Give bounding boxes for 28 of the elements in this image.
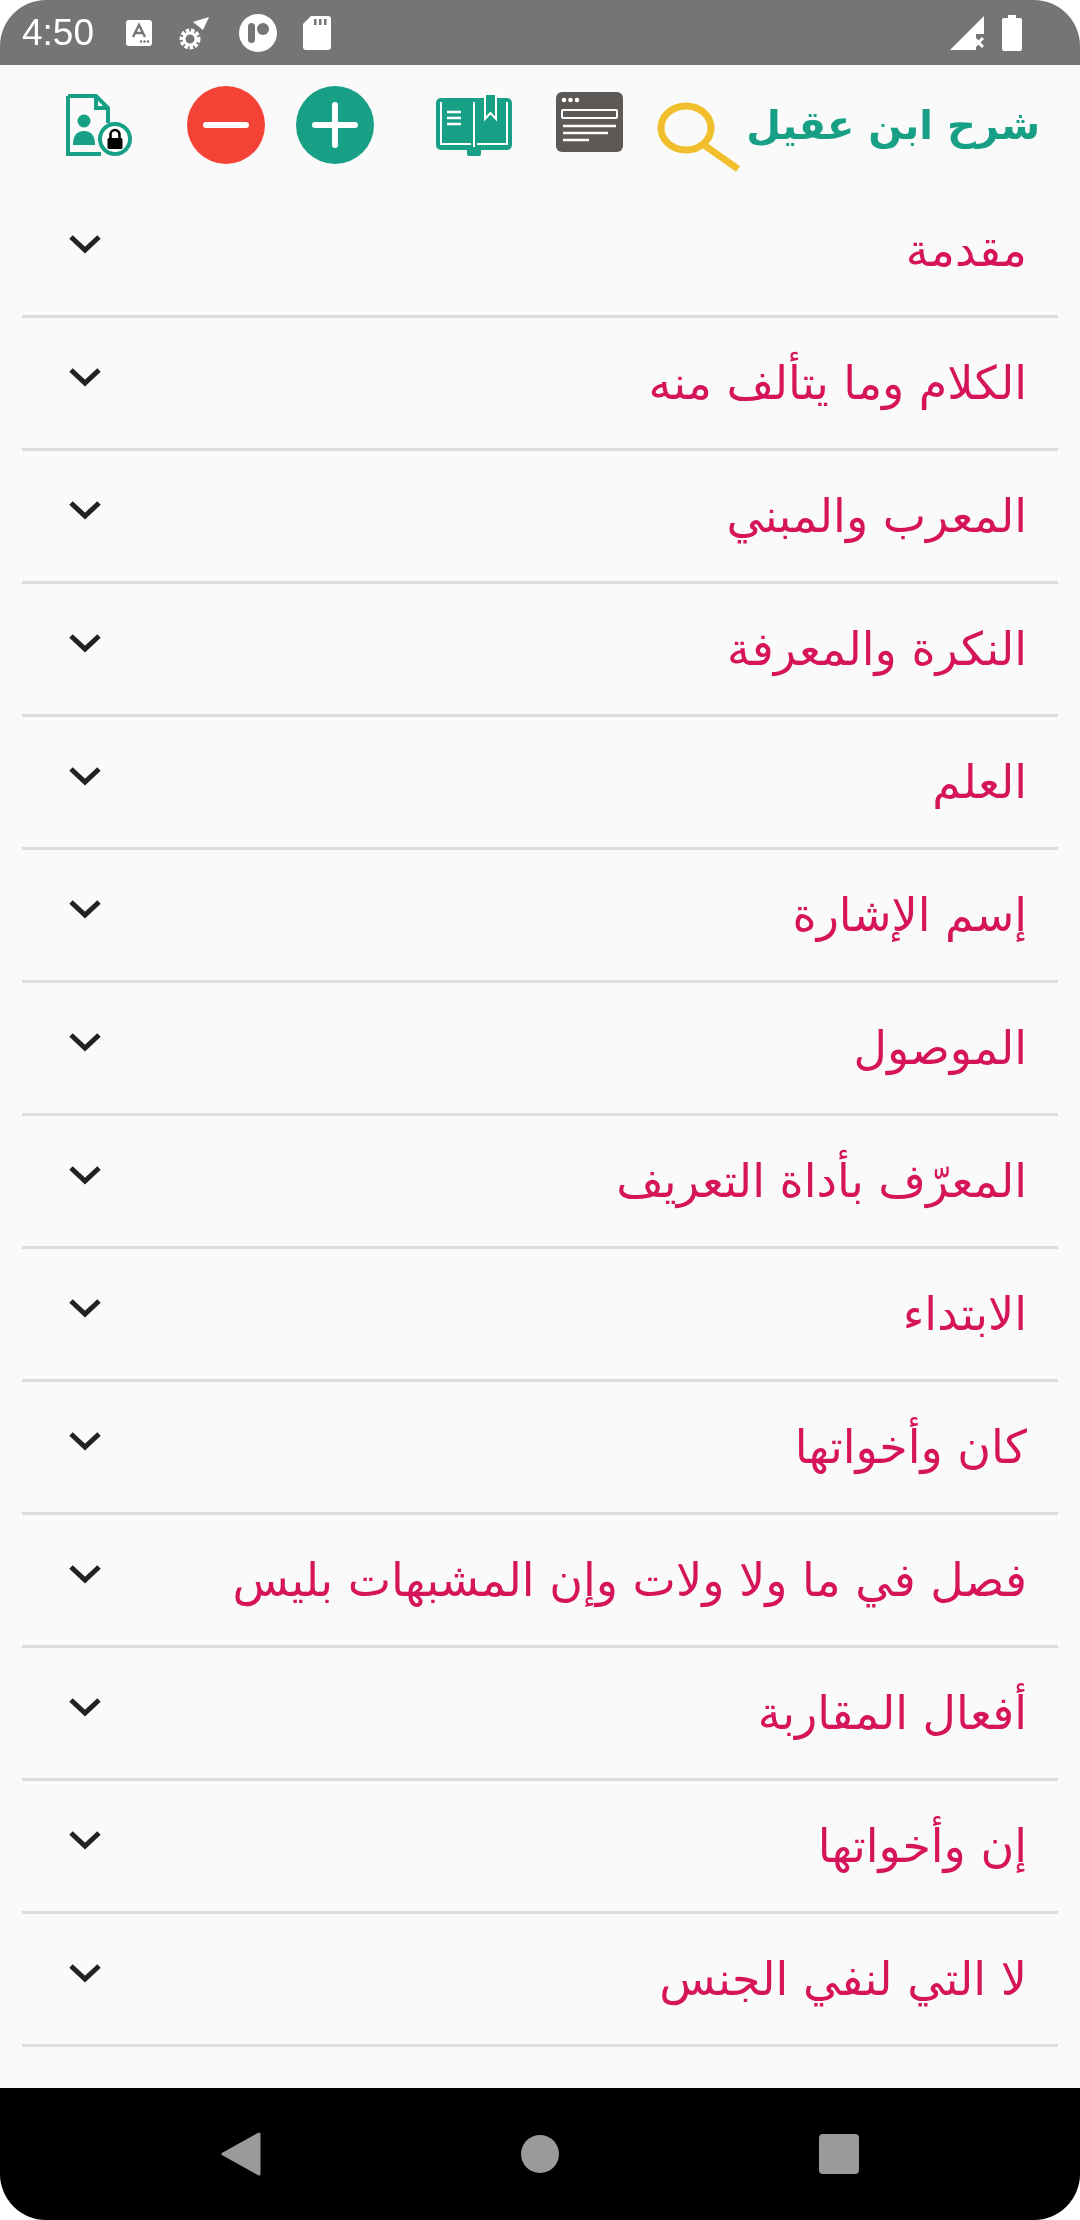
chapter-item[interactable]: لا التي لنفي الجنس [22, 1914, 1058, 2047]
chapter-item[interactable]: المعرب والمبني [22, 451, 1058, 584]
keyboard-icon [126, 19, 152, 46]
chapter-item[interactable]: النكرة والمعرفة [22, 584, 1058, 717]
home-icon[interactable] [521, 2135, 559, 2173]
app-circle-icon [239, 13, 277, 52]
text-window-icon[interactable] [556, 92, 623, 152]
sd-card-icon [303, 15, 331, 50]
back-icon[interactable] [221, 2132, 261, 2176]
book-icon[interactable] [435, 93, 513, 157]
plus-icon[interactable] [296, 86, 374, 164]
status-time: 4:50 [22, 11, 94, 54]
chapter-item[interactable]: أفعال المقاربة [22, 1648, 1058, 1781]
chapter-item[interactable]: مقدمة [22, 185, 1058, 318]
chapter-item[interactable]: المعرّف بأداة التعريف [22, 1116, 1058, 1249]
minus-icon[interactable] [187, 86, 265, 164]
chapter-item[interactable]: فصل في ما ولا ولات وإن المشبهات بليس [22, 1515, 1058, 1648]
chapter-item[interactable]: إسم الإشارة [22, 850, 1058, 983]
chapter-item[interactable]: الموصول [22, 983, 1058, 1116]
no-signal-icon [950, 15, 984, 50]
chapter-item[interactable]: إن وأخواتها [22, 1781, 1058, 1914]
chapter-item[interactable]: العلم [22, 717, 1058, 850]
document-lock-icon[interactable] [65, 93, 133, 157]
chapter-item[interactable]: كان وأخواتها [22, 1382, 1058, 1515]
chapter-item[interactable]: الابتداء [22, 1249, 1058, 1382]
app-title: شرح ابن عقيل [746, 102, 1040, 148]
battery-icon [1002, 14, 1022, 51]
chapter-item[interactable]: الكلام وما يتألف منه [22, 318, 1058, 451]
